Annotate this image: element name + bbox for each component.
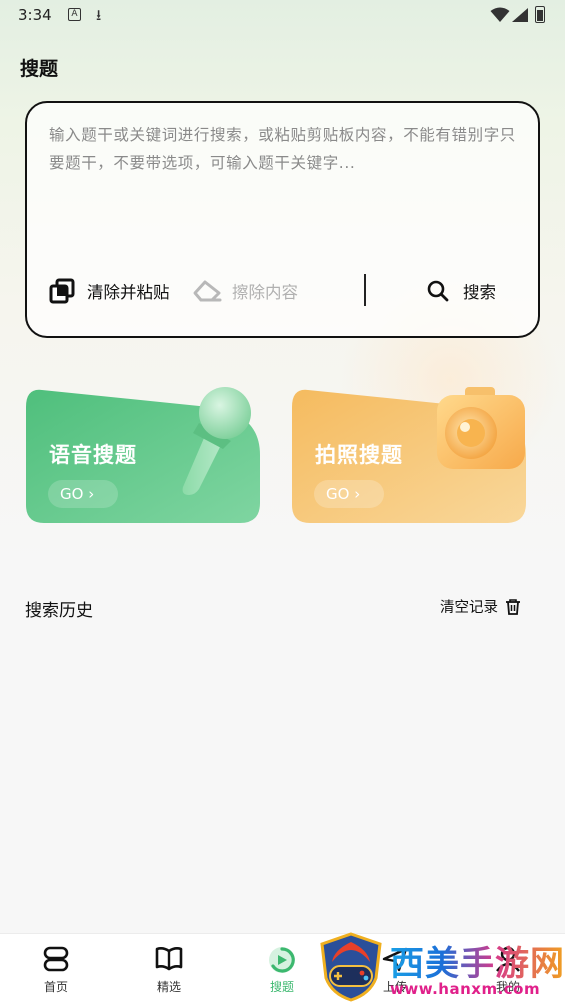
voice-go-button[interactable]: GO › bbox=[48, 480, 118, 508]
voice-search-title: 语音搜题 bbox=[49, 443, 137, 467]
tab-featured[interactable]: 精选 bbox=[129, 934, 209, 1004]
search-icon bbox=[427, 280, 449, 302]
tab-home[interactable]: 首页 bbox=[16, 934, 96, 1004]
voice-go-label: GO bbox=[60, 485, 84, 503]
game-controller-logo-icon bbox=[320, 932, 382, 1002]
search-box: 输入题干或关键词进行搜索，或粘贴剪贴板内容，不能有错别字只要题干，不要带选项，可… bbox=[25, 101, 540, 338]
erase-content-button[interactable]: 擦除内容 bbox=[192, 275, 298, 307]
divider bbox=[364, 274, 366, 306]
battery-icon bbox=[535, 6, 545, 23]
clear-history-button[interactable]: 清空记录 bbox=[440, 596, 522, 617]
tab-search-label: 搜题 bbox=[269, 980, 294, 994]
status-bar: 3:34 A ⭳ bbox=[0, 0, 565, 32]
tab-featured-label: 精选 bbox=[156, 980, 181, 994]
paste-icon bbox=[49, 278, 75, 304]
erase-content-label: 擦除内容 bbox=[232, 283, 298, 302]
chevron-right-icon: › bbox=[88, 485, 95, 503]
photo-go-label: GO bbox=[326, 485, 350, 503]
status-time: 3:34 bbox=[18, 6, 52, 24]
home-icon bbox=[43, 946, 69, 972]
watermark-title: 西美手游网 bbox=[390, 936, 565, 985]
photo-go-button[interactable]: GO › bbox=[314, 480, 384, 508]
book-icon bbox=[155, 947, 183, 971]
tab-search[interactable]: 搜题 bbox=[242, 934, 322, 1004]
clear-history-label: 清空记录 bbox=[440, 600, 498, 616]
photo-search-title: 拍照搜题 bbox=[315, 443, 403, 467]
voice-search-card[interactable]: 语音搜题 GO › bbox=[24, 385, 264, 525]
eraser-icon bbox=[193, 280, 222, 302]
search-button-label: 搜索 bbox=[463, 283, 496, 302]
clear-and-paste-label: 清除并粘贴 bbox=[87, 283, 170, 302]
trash-icon bbox=[506, 598, 520, 615]
search-button[interactable]: 搜索 bbox=[427, 275, 496, 307]
watermark: 西美手游网 www.hanxm.com bbox=[318, 932, 565, 1004]
tab-home-label: 首页 bbox=[43, 980, 68, 994]
clear-and-paste-button[interactable]: 清除并粘贴 bbox=[49, 275, 170, 307]
search-tab-icon bbox=[269, 947, 295, 973]
search-history-title: 搜索历史 bbox=[25, 601, 93, 621]
search-input[interactable]: 输入题干或关键词进行搜索，或粘贴剪贴板内容，不能有错别字只要题干，不要带选项，可… bbox=[49, 121, 519, 177]
download-icon: ⭳ bbox=[96, 6, 102, 24]
photo-search-card[interactable]: 拍照搜题 GO › bbox=[290, 385, 530, 525]
microphone-icon bbox=[182, 387, 251, 495]
keyboard-indicator-icon: A bbox=[68, 8, 81, 21]
page-title: 搜题 bbox=[20, 58, 59, 80]
watermark-url: www.hanxm.com bbox=[390, 980, 541, 998]
camera-icon bbox=[437, 387, 525, 469]
signal-icon bbox=[512, 8, 528, 22]
chevron-right-icon: › bbox=[354, 485, 361, 503]
wifi-icon bbox=[490, 7, 510, 22]
